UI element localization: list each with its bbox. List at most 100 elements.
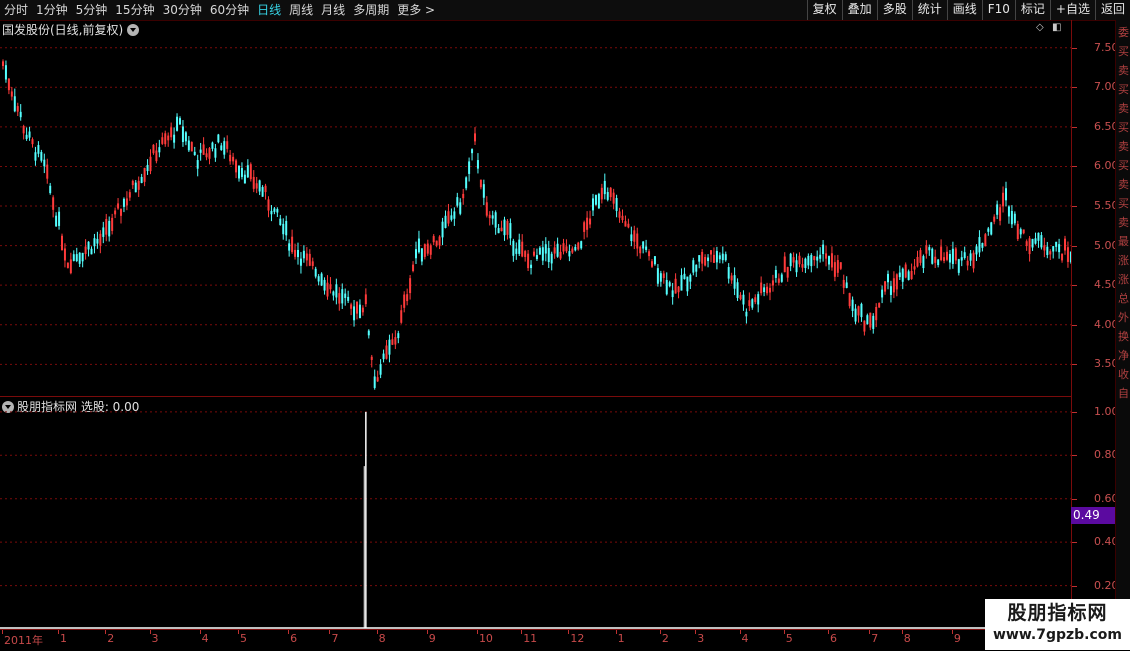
period-tab[interactable]: 周线 [285, 0, 317, 20]
period-tab[interactable]: 1分钟 [32, 0, 72, 20]
price-tick-mark [1072, 47, 1077, 49]
date-tick-mark [426, 630, 428, 634]
candle-body [361, 307, 364, 313]
diamond-icon[interactable]: ◇ [1036, 23, 1046, 33]
candle-body [181, 126, 184, 143]
candle-body [636, 233, 639, 249]
candle-body [786, 267, 789, 278]
candle-body [592, 198, 594, 211]
candle-body [940, 246, 943, 261]
candle-body [155, 150, 158, 162]
watermark-url: www.7gpzb.com [992, 627, 1122, 643]
date-tick-mark [58, 630, 60, 634]
candle-body [845, 282, 848, 288]
candle-body [131, 180, 134, 186]
candle-body [16, 106, 19, 112]
candle-body [547, 248, 550, 263]
candle-body [665, 280, 668, 295]
date-axis: 2011年 1 2 3 4 5 6 7 8 9 10 11 12 1 2 3 4 5 6 7 8 9 [0, 629, 985, 651]
toolbar-button[interactable]: F10 [981, 0, 1015, 20]
date-tick-label: 9 [953, 632, 961, 645]
period-tab[interactable]: 多周期 [349, 0, 393, 20]
side-strip-label: 自 [1118, 387, 1129, 400]
watermark-title: 股朋指标网 [1007, 602, 1108, 624]
candle-body [748, 300, 751, 306]
candle-body [822, 244, 825, 255]
indicator-panel[interactable]: 股朋指标网 选股: 0.00 [0, 397, 1071, 629]
side-strip-label: 卖 [1118, 216, 1129, 229]
candle-body [801, 264, 804, 268]
candle-body [311, 261, 314, 266]
date-tick-mark [2, 630, 3, 634]
candle-body [426, 243, 429, 254]
toolbar-button[interactable]: 复权 [806, 0, 842, 20]
candle-body [745, 311, 748, 317]
period-tab[interactable]: 月线 [317, 0, 349, 20]
candle-body [1052, 246, 1055, 252]
indicator-chart[interactable] [0, 397, 1071, 629]
period-tab[interactable]: 日线 [253, 0, 285, 20]
candle-body [810, 254, 813, 267]
candle-body [13, 96, 16, 112]
right-toolbar: 复权 叠加 多股 统计 画线 F10 标记 +自选 返回 [806, 0, 1130, 20]
candle-body [951, 248, 954, 264]
candle-body [423, 244, 426, 257]
date-tick-mark [238, 630, 239, 634]
period-tab[interactable]: 15分钟 [111, 0, 158, 20]
candle-body [471, 149, 474, 154]
candle-body [960, 257, 963, 261]
candle-body [10, 91, 13, 97]
side-strip-label: 卖 [1118, 102, 1129, 115]
period-tab[interactable]: 60分钟 [206, 0, 253, 20]
candle-body [695, 264, 698, 272]
candle-body [583, 222, 586, 232]
period-tab[interactable]: 5分钟 [72, 0, 112, 20]
candle-body [140, 176, 143, 183]
candle-body [105, 218, 108, 235]
toolbar-button[interactable]: 标记 [1014, 0, 1050, 20]
price-panel[interactable]: 国发股份(日线,前复权) [0, 20, 1071, 397]
price-tick-label: 5.00 [1094, 238, 1119, 252]
candle-body [895, 274, 898, 290]
date-tick-mark [476, 630, 478, 634]
toolbar-button[interactable]: 统计 [911, 0, 947, 20]
side-strip-label: 外 [1118, 311, 1129, 324]
date-tick-mark [376, 630, 378, 634]
indicator-tick-label: 0.60 [1094, 491, 1119, 505]
candle-body [710, 250, 712, 255]
period-tab[interactable]: 分时 [0, 0, 32, 20]
candle-body [229, 154, 232, 162]
candle-body [379, 364, 382, 375]
quote-side-strip[interactable]: 委买卖买卖买卖买卖买卖最涨涨总外换净收自 [1115, 20, 1130, 629]
toolbar-button[interactable]: 多股 [876, 0, 912, 20]
candle-body [320, 273, 323, 286]
candle-body [1064, 238, 1066, 251]
candle-body [179, 118, 181, 125]
candle-body [538, 247, 541, 255]
candle-body [978, 237, 981, 253]
candlestick-chart[interactable] [0, 20, 1071, 396]
period-tab[interactable]: 30分钟 [159, 0, 206, 20]
toolbar-button[interactable]: 叠加 [841, 0, 877, 20]
candle-body [347, 296, 350, 301]
date-tick-mark [869, 630, 871, 634]
toolbar-button[interactable]: +自选 [1049, 0, 1095, 20]
candle-body [633, 230, 636, 242]
candle-body [836, 260, 839, 273]
panel-toggle-icon[interactable]: ◧ [1052, 23, 1062, 33]
price-tick-label: 4.00 [1094, 317, 1119, 331]
candle-body [1002, 192, 1005, 207]
toolbar-button[interactable]: 返回 [1094, 0, 1130, 20]
candle-body [403, 294, 406, 308]
candle-body [804, 258, 807, 269]
candle-body [733, 275, 736, 289]
period-tab[interactable]: 更多 > [393, 0, 439, 20]
date-tick-mark [901, 630, 903, 634]
candle-body [4, 65, 7, 80]
toolbar-button[interactable]: 画线 [946, 0, 982, 20]
candle-body [825, 253, 828, 259]
candle-body [568, 251, 571, 257]
candle-body [69, 259, 72, 274]
candle-body [889, 286, 892, 295]
candle-body [99, 233, 102, 246]
